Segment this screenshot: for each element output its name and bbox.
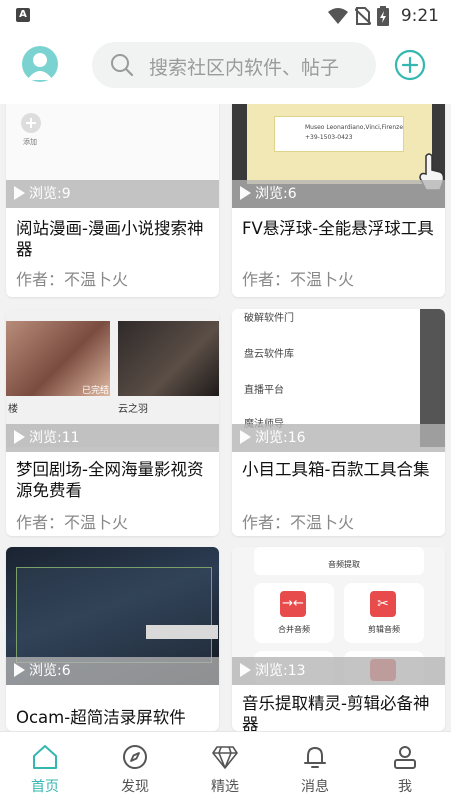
add-circle-icon [21,113,41,133]
poster-caption: 云之羽 [118,404,148,415]
nav-messages[interactable]: 消息 [270,732,360,803]
post-feed[interactable]: 添加 浏览:9 阅站漫画-漫画小说搜索神器 作者：不温卜火 Museo Leon… [0,104,451,731]
view-count: 浏览:6 [232,180,445,208]
poster-caption: 楼 [8,404,18,415]
post-author: 作者：不温卜火 [242,513,355,532]
play-icon [240,186,251,200]
search-bar[interactable]: 搜索社区内软件、帖子 [92,42,376,88]
play-icon [240,430,251,444]
search-placeholder: 搜索社区内软件、帖子 [149,57,340,79]
battery-charging-icon [377,6,389,26]
thumb-list-text: 盘云软件库 [244,349,294,360]
thumb-text: +39-1503-0423 [305,134,353,141]
post-card[interactable]: 破解软件门 盘云软件库 直播平台 魔法师导 浏览:16 小目工具箱-百款工具合集… [232,309,445,536]
post-title: Ocam-超简洁录屏软件 [16,708,186,727]
view-count: 浏览:6 [6,657,219,685]
nav-label: 消息 [301,779,329,795]
post-title: 音乐提取精灵-剪辑必备神器 [242,694,430,731]
merge-audio-icon: →← [280,591,306,617]
nav-label: 我 [398,779,412,795]
top-header: 搜索社区内软件、帖子 [0,32,451,104]
home-icon [33,745,57,769]
nav-discover[interactable]: 发现 [90,732,180,803]
post-title: 阅站漫画-漫画小说搜索神器 [16,219,204,259]
avatar[interactable] [22,46,58,82]
play-icon [240,663,251,677]
thumb-card: Museo Leonardiano,Vinci,Firenze +39-1503… [274,116,404,152]
thumb-text: 合并音频 [278,625,310,634]
post-title: FV悬浮球-全能悬浮球工具 [242,219,434,238]
poster-badge: 已完结 [82,386,110,396]
thumb-text: 剪辑音频 [368,625,400,634]
post-author: 作者：不温卜火 [16,513,129,532]
compass-icon [123,745,147,769]
wifi-icon [328,8,348,24]
user-icon [394,746,416,769]
play-icon [14,430,25,444]
post-card[interactable]: Museo Leonardiano,Vinci,Firenze +39-1503… [232,104,445,297]
nav-me[interactable]: 我 [360,732,450,803]
thumb-list-text: 破解软件门 [244,313,294,324]
post-card[interactable]: 浏览:6 Ocam-超简洁录屏软件 [6,547,219,731]
view-count: 浏览:9 [6,180,219,208]
avatar-user-icon [27,53,53,80]
notification-a-icon: A [16,8,30,22]
nav-label: 首页 [31,779,59,795]
cut-audio-icon: ✂ [370,591,396,617]
thumb-text: 音频提取 [328,560,360,569]
post-author: 作者：不温卜火 [242,270,355,289]
post-card[interactable]: 添加 浏览:9 阅站漫画-漫画小说搜索神器 作者：不温卜火 [6,104,219,297]
thumb-window [16,567,212,663]
status-icons [327,6,389,26]
view-count: 浏览:11 [6,424,219,452]
nav-label: 精选 [211,779,239,795]
play-icon [14,186,25,200]
post-title: 小目工具箱-百款工具合集 [242,460,430,479]
diamond-icon [212,746,238,769]
post-card[interactable]: 已完结 楼 云之羽 浏览:11 梦回剧场-全网海量影视资源免费看 作者：不温卜火 [6,309,219,536]
play-icon [14,663,25,677]
thumb-toolbar [146,625,218,639]
thumb-caption: 添加 [23,138,37,146]
bell-icon [304,747,326,768]
thumb-text: Museo Leonardiano,Vinci,Firenze [305,124,404,131]
poster-image [118,321,219,396]
search-icon [111,54,134,77]
post-card[interactable]: 音频提取 →← ✂ 合并音频 剪辑音频 浏览:13 音乐提取精灵-剪辑必备神器 [232,547,445,731]
post-author: 作者：不温卜火 [16,270,129,289]
nav-label: 发现 [121,779,149,795]
nav-featured[interactable]: 精选 [180,732,270,803]
add-post-button[interactable] [394,49,426,81]
nav-home[interactable]: 首页 [0,732,90,803]
thumb-list-text: 直播平台 [244,385,284,396]
status-time: 9:21 [400,6,439,26]
post-title: 梦回剧场-全网海量影视资源免费看 [16,460,204,500]
view-count: 浏览:16 [232,424,445,452]
view-count: 浏览:13 [232,657,445,685]
bottom-nav: 首页 发现 精选 消息 我 [0,731,451,803]
no-sim-icon [355,7,371,25]
status-bar: A 9:21 [0,0,451,32]
